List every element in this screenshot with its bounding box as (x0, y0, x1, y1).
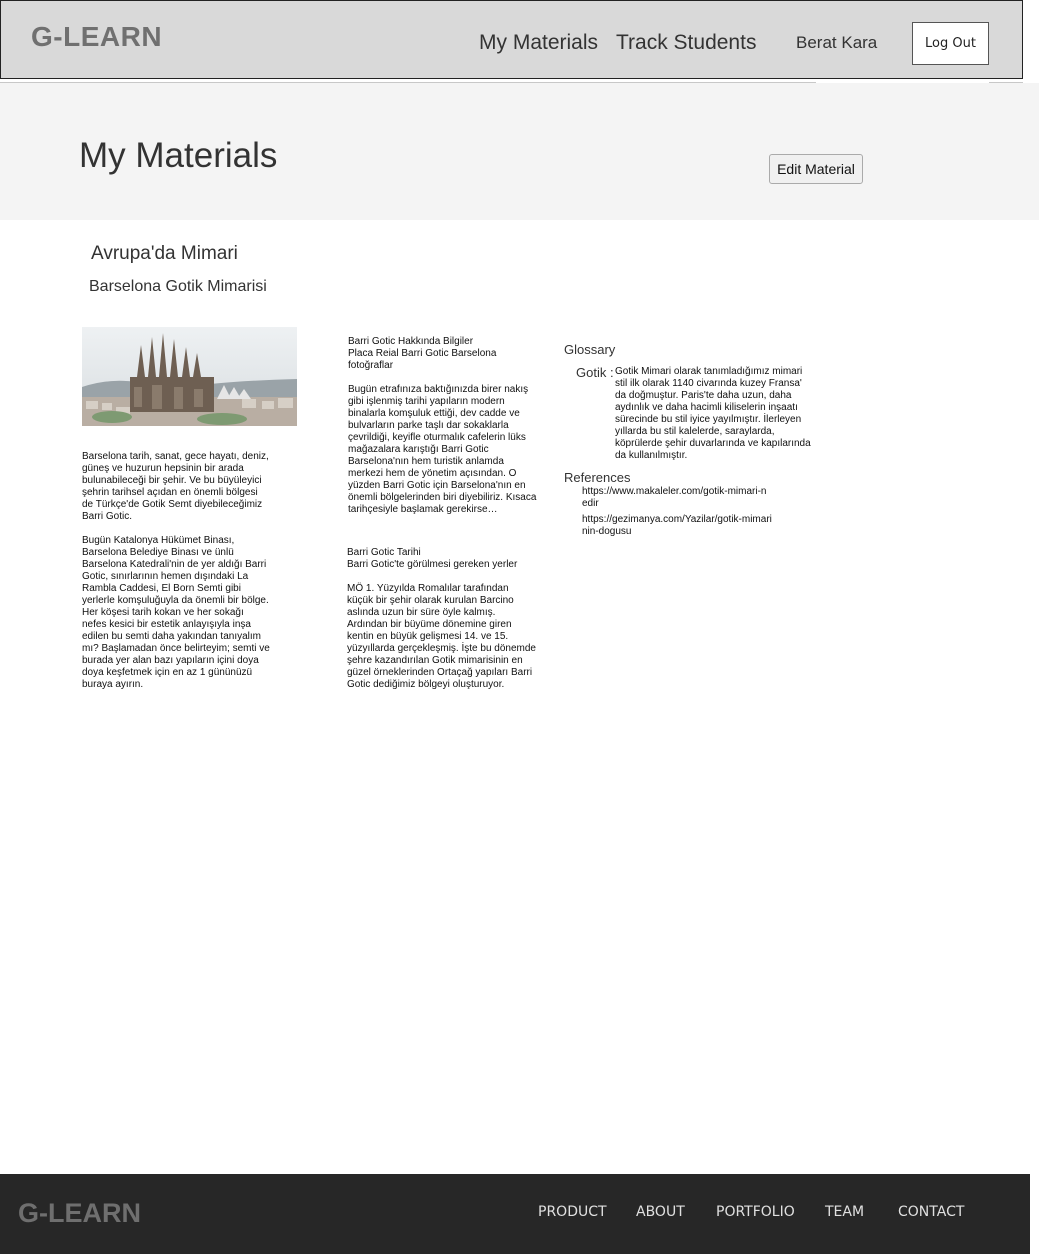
footer-link-product[interactable]: PRODUCT (538, 1204, 607, 1220)
material-section: Barri Gotic Hakkında Bilgiler Placa Reia… (348, 336, 537, 515)
page-header: My Materials Edit Material (0, 83, 1039, 220)
glossary-heading: Glossary (564, 342, 616, 357)
footer: G-LEARN PRODUCT ABOUT PORTFOLIO TEAM CON… (0, 1174, 1030, 1254)
glossary-definition: Gotik Mimari olarak tanımladığımız mimar… (615, 366, 811, 461)
footer-logo[interactable]: G-LEARN (18, 1198, 141, 1229)
reference-link[interactable]: https://gezimanya.com/Yazilar/gotik-mima… (582, 514, 772, 538)
reference-link[interactable]: https://www.makaleler.com/gotik-mimari-n… (582, 486, 772, 510)
logout-button[interactable]: Log Out (912, 22, 989, 65)
nav-my-materials[interactable]: My Materials (479, 31, 598, 55)
material-section: Barri Gotic Tarihi Barri Gotic'te görülm… (347, 547, 536, 690)
sagrada-familia-photo (82, 327, 297, 426)
material-paragraph: Bugün Katalonya Hükümet Binası, Barselon… (82, 535, 270, 690)
edit-material-button[interactable]: Edit Material (769, 154, 863, 184)
footer-link-portfolio[interactable]: PORTFOLIO (716, 1204, 795, 1220)
nav-track-students[interactable]: Track Students (616, 31, 756, 55)
references-heading: References (564, 470, 631, 485)
material-paragraph: Barselona tarih, sanat, gece hayatı, den… (82, 451, 269, 522)
footer-link-about[interactable]: ABOUT (636, 1204, 685, 1220)
glossary-term: Gotik : (576, 365, 614, 380)
course-title: Avrupa'da Mimari (91, 243, 238, 264)
material-title: Barselona Gotik Mimarisi (89, 278, 267, 295)
footer-link-contact[interactable]: CONTACT (898, 1204, 964, 1220)
logo[interactable]: G-LEARN (31, 21, 162, 53)
page-title: My Materials (79, 136, 278, 175)
top-navbar: G-LEARN My Materials Track Students Bera… (0, 0, 1023, 79)
user-name: Berat Kara (796, 33, 878, 52)
footer-link-team[interactable]: TEAM (825, 1204, 864, 1220)
